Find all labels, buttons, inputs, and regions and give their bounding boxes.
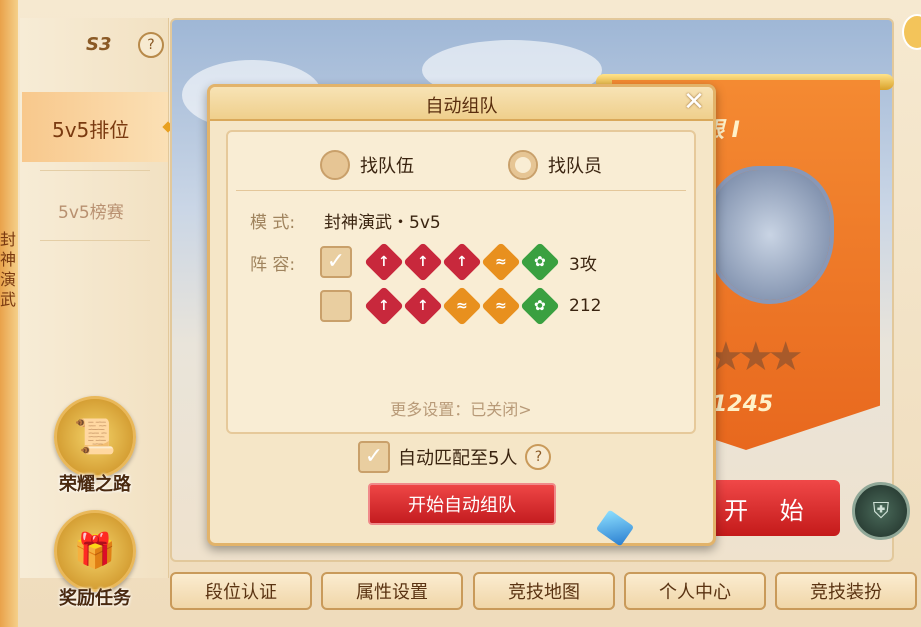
divider: [40, 170, 150, 171]
radio-dot: [320, 150, 350, 180]
divider: [236, 190, 686, 191]
lineup-2-checkbox[interactable]: [320, 290, 352, 322]
attack-role-icon: ↑: [442, 242, 482, 282]
radio-dot-selected: [508, 150, 538, 180]
mode-value: 封神演武・5v5: [324, 213, 441, 233]
attack-role-icon: ↑: [364, 242, 404, 282]
lineup-1-label: 3攻: [569, 254, 597, 275]
shield-icon[interactable]: ⛨: [852, 482, 910, 540]
attack-role-icon: ↑: [403, 286, 443, 326]
auto-match-label: 自动匹配至5人: [398, 448, 518, 469]
lineup-option-1[interactable]: ✓ ↑ ↑ ↑ ≈ ✿ 3攻: [320, 242, 597, 282]
auto-match-checkbox[interactable]: ✓: [358, 441, 390, 473]
reward-task-label: 奖励任务: [59, 588, 131, 609]
radio-find-team[interactable]: 找队伍: [320, 150, 414, 180]
left-edge-text: 封神演武: [0, 230, 17, 309]
scroll-icon: 📜: [54, 396, 136, 478]
heal-role-icon: ✿: [520, 242, 560, 282]
rank-stars: ★★★: [708, 334, 804, 380]
radio-find-team-label: 找队伍: [360, 156, 414, 177]
lineup-key: 阵 容:: [250, 255, 296, 275]
heal-role-icon: ✿: [520, 286, 560, 326]
profile-center-button[interactable]: 个人中心: [624, 572, 766, 610]
rank-score: 1245: [712, 392, 774, 417]
support-role-icon: ≈: [442, 286, 482, 326]
dialog-header: 自动组队 ✕: [210, 87, 713, 121]
window-close-icon[interactable]: [902, 14, 921, 50]
glory-road-label: 荣耀之路: [59, 474, 131, 495]
attack-role-icon: ↑: [364, 286, 404, 326]
support-role-icon: ≈: [481, 242, 521, 282]
attribute-settings-button[interactable]: 属性设置: [321, 572, 463, 610]
nav-ranked-5v5[interactable]: 5v5排位: [22, 92, 174, 162]
glory-road-button[interactable]: 📜 荣耀之路: [45, 396, 145, 496]
rank-certify-button[interactable]: 段位认证: [170, 572, 312, 610]
close-icon[interactable]: ✕: [681, 89, 707, 115]
lineup-1-checkbox[interactable]: ✓: [320, 246, 352, 278]
treasure-chest-icon: 🎁: [54, 510, 136, 592]
divider: [40, 240, 150, 241]
rank-emblem-icon: [710, 170, 830, 300]
more-settings-label: 更多设置：已关闭>: [390, 400, 532, 419]
start-match-button[interactable]: 开 始: [700, 480, 840, 536]
auto-team-dialog: 自动组队 ✕ 找队伍 找队员 模 式: 封神演武・5v5 阵 容: ✓ ↑ ↑ …: [207, 84, 716, 546]
radio-find-members[interactable]: 找队员: [508, 150, 602, 180]
support-role-icon: ≈: [481, 286, 521, 326]
arena-map-button[interactable]: 竞技地图: [473, 572, 615, 610]
nav-league-5v5[interactable]: 5v5榜赛: [22, 190, 168, 230]
season-label: S3: [86, 34, 112, 55]
start-auto-team-button[interactable]: 开始自动组队: [368, 483, 556, 525]
radio-find-members-label: 找队员: [548, 156, 602, 177]
dialog-title: 自动组队: [425, 96, 498, 117]
lineup-option-2[interactable]: ↑ ↑ ≈ ≈ ✿ 212: [320, 286, 602, 326]
lineup-2-label: 212: [569, 296, 602, 316]
left-edge-tab[interactable]: 封神演武: [0, 0, 18, 627]
game-window: 封神演武 S3 ? 5v5排位 5v5榜赛 📜 荣耀之路 🎁 奖励任务 白银 I…: [0, 0, 921, 627]
more-settings[interactable]: 更多设置：已关闭>: [228, 396, 694, 420]
mode-key: 模 式:: [250, 213, 296, 233]
reward-task-button[interactable]: 🎁 奖励任务: [45, 510, 145, 610]
nav-league-label: 5v5榜赛: [58, 203, 124, 223]
nav-ranked-label: 5v5排位: [52, 118, 130, 142]
attack-role-icon: ↑: [403, 242, 443, 282]
help-icon[interactable]: ?: [525, 444, 552, 470]
dialog-body: 找队伍 找队员 模 式: 封神演武・5v5 阵 容: ✓ ↑ ↑ ↑ ≈ ✿ 3…: [226, 130, 696, 434]
search-type-group: 找队伍 找队员: [228, 150, 694, 182]
bottom-toolbar: 段位认证 属性设置 竞技地图 个人中心 竞技装扮: [168, 572, 918, 610]
auto-match-row[interactable]: ✓ 自动匹配至5人 ?: [358, 441, 552, 473]
season-help-icon[interactable]: ?: [138, 32, 164, 58]
arena-outfit-button[interactable]: 竞技装扮: [775, 572, 917, 610]
